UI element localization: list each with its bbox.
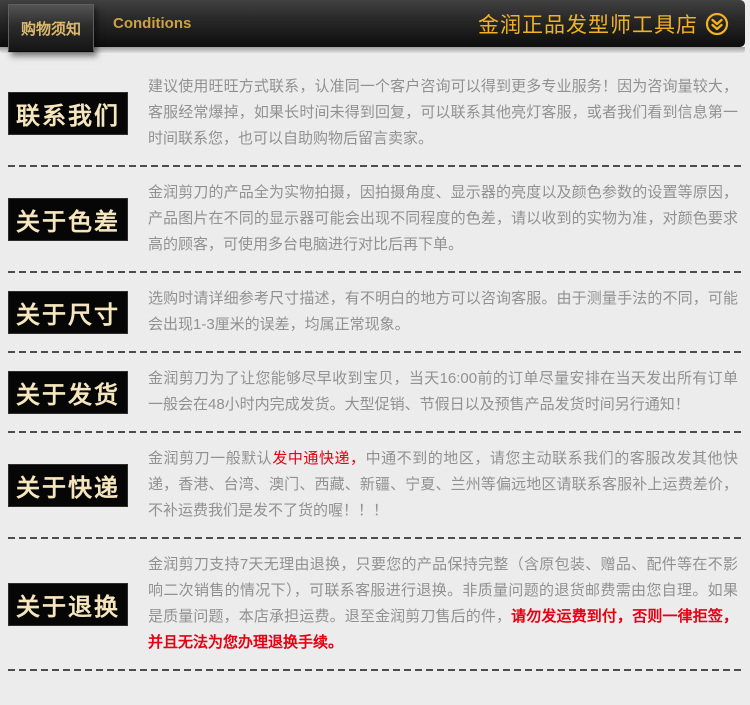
section-label: 关于色差 bbox=[8, 197, 128, 241]
section-label: 关于快递 bbox=[8, 463, 128, 507]
notice-section: 关于发货 金润剪刀为了让您能够尽早收到宝贝，当天16:00前的订单尽量安排在当天发… bbox=[0, 353, 750, 431]
section-text-segment: 金润剪刀为了让您能够尽早收到宝贝，当天16:00前的订单尽量安排在当天发出所有订… bbox=[148, 370, 738, 413]
header-bar: 购物须知 Conditions 金润正品发型师工具店 bbox=[0, 0, 745, 52]
notice-section: 关于退换 金润剪刀支持7天无理由退换，只要您的产品保持完整（含原包装、赠品、配件等… bbox=[0, 539, 750, 669]
notice-section: 关于快递 金润剪刀一般默认发中通快递，中通不到的地区，请您主动联系我们的客服改发其… bbox=[0, 433, 750, 537]
dashed-divider bbox=[8, 669, 742, 671]
section-text-segment: 金润剪刀的产品全为实物拍摄，因拍摄角度、显示器的亮度以及颜色参数的设置等原因，产… bbox=[148, 184, 738, 253]
notice-section: 关于色差 金润剪刀的产品全为实物拍摄，因拍摄角度、显示器的亮度以及颜色参数的设置等… bbox=[0, 167, 750, 271]
section-text: 金润剪刀的产品全为实物拍摄，因拍摄角度、显示器的亮度以及颜色参数的设置等原因，产… bbox=[148, 180, 738, 258]
section-text: 建议使用旺旺方式联系，认准同一个客户咨询可以得到更多专业服务！因为咨询量较大，客… bbox=[148, 74, 738, 152]
tab-shopping-notice[interactable]: 购物须知 bbox=[8, 4, 94, 52]
section-label: 关于发货 bbox=[8, 370, 128, 414]
section-text: 选购时请详细参考尺寸描述，有不明白的地方可以咨询客服。由于测量手法的不同，可能会… bbox=[148, 286, 738, 338]
notice-sections: 联系我们 建议使用旺旺方式联系，认准同一个客户咨询可以得到更多专业服务！因为咨询量… bbox=[0, 53, 750, 671]
section-text-segment: 发中通快递， bbox=[272, 450, 366, 467]
section-label: 关于尺寸 bbox=[8, 290, 128, 334]
notice-section: 关于尺寸 选购时请详细参考尺寸描述，有不明白的地方可以咨询客服。由于测量手法的不同… bbox=[0, 273, 750, 351]
section-text: 金润剪刀一般默认发中通快递，中通不到的地区，请您主动联系我们的客服改发其他快递，… bbox=[148, 446, 738, 524]
section-text-segment: 金润剪刀一般默认 bbox=[148, 450, 273, 467]
section-text: 金润剪刀支持7天无理由退换，只要您的产品保持完整（含原包装、赠品、配件等在不影响… bbox=[148, 552, 738, 656]
section-label: 关于退换 bbox=[8, 582, 128, 626]
section-text-segment: 建议使用旺旺方式联系，认准同一个客户咨询可以得到更多专业服务！因为咨询量较大，客… bbox=[148, 78, 738, 147]
store-title: 金润正品发型师工具店 bbox=[478, 13, 698, 37]
page: 购物须知 Conditions 金润正品发型师工具店 联系我们 建议使用旺旺方式联… bbox=[0, 0, 750, 671]
chevron-down-circle-icon[interactable] bbox=[705, 12, 729, 36]
section-label: 联系我们 bbox=[8, 91, 128, 135]
store-title-link[interactable]: 金润正品发型师工具店 bbox=[478, 0, 729, 47]
section-text-segment: 选购时请详细参考尺寸描述，有不明白的地方可以咨询客服。由于测量手法的不同，可能会… bbox=[148, 290, 738, 333]
notice-section: 联系我们 建议使用旺旺方式联系，认准同一个客户咨询可以得到更多专业服务！因为咨询量… bbox=[0, 61, 750, 165]
header-subtitle: Conditions bbox=[113, 15, 192, 32]
section-text: 金润剪刀为了让您能够尽早收到宝贝，当天16:00前的订单尽量安排在当天发出所有订… bbox=[148, 366, 738, 418]
tab-shopping-notice-label: 购物须知 bbox=[20, 20, 81, 38]
